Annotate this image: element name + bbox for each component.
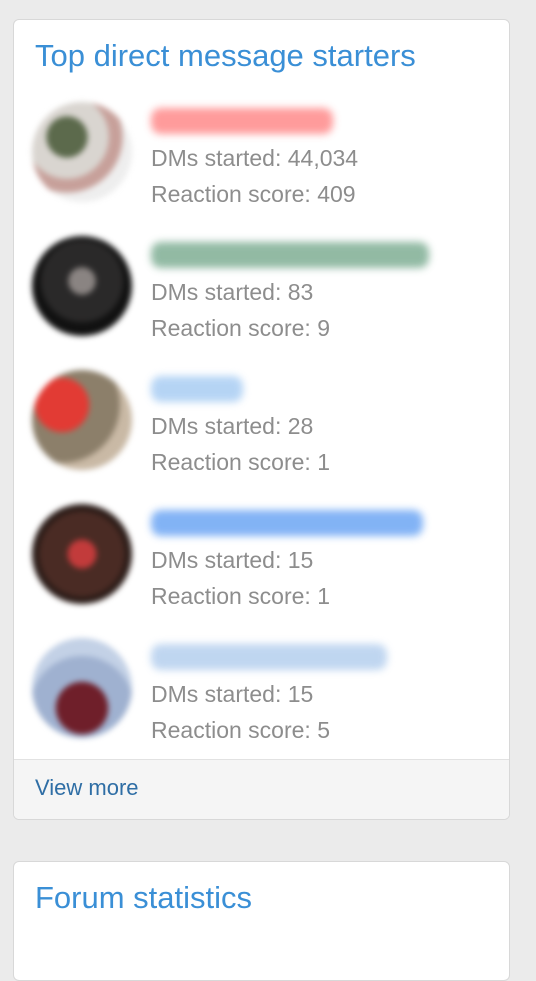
username-link[interactable] [151,644,387,670]
avatar[interactable] [32,638,132,738]
list-item: DMs started: 15 Reaction score: 1 [14,500,509,634]
forum-statistics-widget: Forum statistics [13,861,510,981]
top-dm-starters-widget: Top direct message starters DMs started:… [13,19,510,820]
widget-footer: View more [14,759,509,819]
reaction-score: Reaction score: 409 [151,181,356,207]
dms-started-count: DMs started: 15 [151,681,314,707]
list-item: DMs started: 28 Reaction score: 1 [14,366,509,500]
list-item: DMs started: 15 Reaction score: 5 [14,634,509,768]
avatar[interactable] [32,504,132,604]
list-item: DMs started: 44,034 Reaction score: 409 [14,98,509,232]
dms-started-count: DMs started: 44,034 [151,145,359,171]
reaction-score: Reaction score: 1 [151,449,330,475]
list-item: DMs started: 83 Reaction score: 9 [14,232,509,366]
view-more-link[interactable]: View more [35,775,139,801]
member-list: DMs started: 44,034 Reaction score: 409 … [14,98,509,768]
avatar[interactable] [32,370,132,470]
username-link[interactable] [151,242,429,268]
avatar[interactable] [32,102,132,202]
dms-started-count: DMs started: 15 [151,547,314,573]
username-link[interactable] [151,108,333,134]
reaction-score: Reaction score: 5 [151,717,330,743]
reaction-score: Reaction score: 1 [151,583,330,609]
username-link[interactable] [151,510,423,536]
dms-started-count: DMs started: 83 [151,279,314,305]
dms-started-count: DMs started: 28 [151,413,314,439]
widget-title: Forum statistics [35,880,253,915]
avatar[interactable] [32,236,132,336]
reaction-score: Reaction score: 9 [151,315,330,341]
widget-title: Top direct message starters [35,38,416,73]
username-link[interactable] [151,376,243,402]
